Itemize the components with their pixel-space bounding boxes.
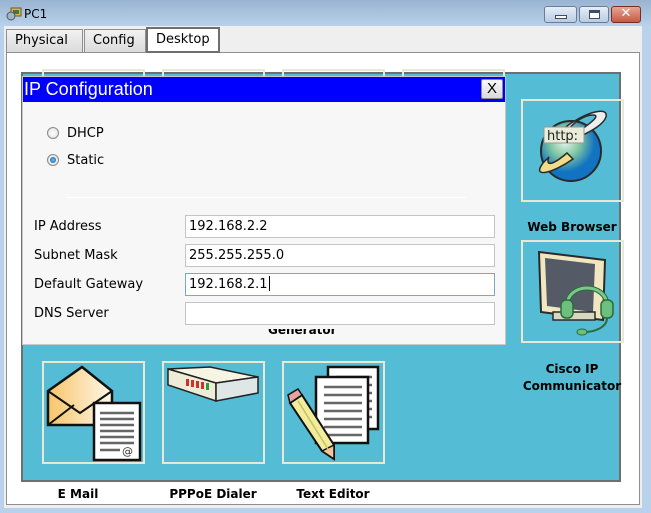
tab-physical[interactable]: Physical: [6, 29, 83, 52]
default-gateway-label: Default Gateway: [34, 277, 144, 292]
pc-magnifier-icon: [6, 6, 22, 21]
minimize-icon: [555, 15, 567, 19]
app-label-email[interactable]: E Mail: [28, 487, 128, 501]
subnet-mask-input[interactable]: 255.255.255.0: [185, 244, 495, 267]
app-label-pppoe-dialer[interactable]: PPPoE Dialer: [148, 487, 278, 501]
default-gateway-value: 192.168.2.1: [189, 277, 268, 292]
window-titlebar[interactable]: PC1 ✕: [0, 0, 651, 26]
app-pppoe-dialer[interactable]: [162, 361, 265, 464]
maximize-icon: [589, 10, 600, 19]
app-email[interactable]: @: [42, 361, 145, 464]
window-title: PC1: [24, 7, 48, 21]
text-editor-icon: [287, 365, 380, 461]
ip-communicator-icon: [537, 250, 614, 336]
dialog-close-button[interactable]: X: [481, 79, 503, 99]
dns-server-input[interactable]: [185, 302, 495, 325]
dialog-title: IP Configuration: [23, 77, 505, 102]
app-label-hidden-generator: Generator: [268, 329, 348, 335]
app-label-text-editor[interactable]: Text Editor: [268, 487, 398, 501]
tab-config[interactable]: Config: [84, 29, 146, 52]
minimize-button[interactable]: [544, 6, 577, 23]
radio-static[interactable]: Static: [47, 153, 104, 168]
ip-address-input[interactable]: 192.168.2.2: [185, 215, 495, 238]
dns-server-label: DNS Server: [34, 306, 109, 321]
email-icon: @: [46, 365, 142, 462]
app-web-browser[interactable]: http:: [521, 99, 624, 202]
svg-text:http:: http:: [547, 129, 578, 144]
close-icon: ✕: [620, 6, 632, 21]
app-text-editor[interactable]: [282, 361, 385, 464]
app-label-cisco-ip-communicator[interactable]: Cisco IP Communicator: [507, 361, 637, 395]
default-gateway-input[interactable]: 192.168.2.1: [185, 273, 495, 296]
radio-dhcp-label: DHCP: [67, 126, 104, 141]
pppoe-dialer-icon: [167, 366, 259, 403]
app-label-web-browser[interactable]: Web Browser: [507, 220, 637, 234]
app-label-line1: Cisco IP: [545, 362, 599, 376]
app-label-line2: Communicator: [522, 379, 622, 393]
web-browser-icon: http:: [538, 110, 607, 182]
radio-dhcp[interactable]: DHCP: [47, 126, 104, 141]
radio-static-circle[interactable]: [47, 153, 59, 166]
text-caret: [268, 276, 270, 291]
ip-configuration-dialog: IP Configuration X DHCP Static IP Addres…: [22, 76, 506, 345]
subnet-mask-label: Subnet Mask: [34, 248, 118, 263]
maximize-button[interactable]: [579, 6, 609, 23]
radio-dhcp-circle[interactable]: [47, 126, 59, 139]
close-window-button[interactable]: ✕: [611, 6, 641, 23]
app-cisco-ip-communicator[interactable]: [521, 240, 624, 343]
tab-desktop[interactable]: Desktop: [146, 27, 220, 53]
ip-address-label: IP Address: [34, 219, 102, 234]
separator: [66, 197, 466, 198]
svg-text:@: @: [122, 445, 133, 458]
radio-static-label: Static: [67, 153, 105, 168]
